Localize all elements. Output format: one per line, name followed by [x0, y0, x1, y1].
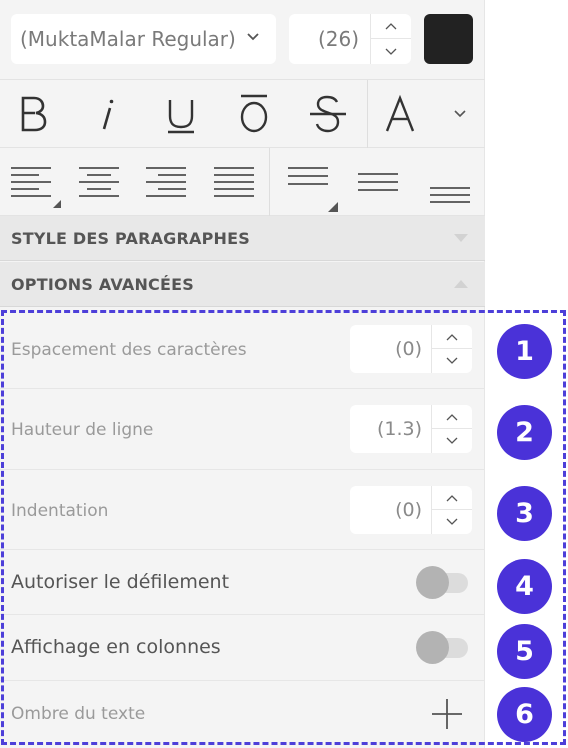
italic-button[interactable] [70, 80, 142, 148]
letter-spacing-label: Espacement des caractères [11, 340, 247, 360]
strikethrough-icon [310, 95, 346, 133]
letter-spacing-row: Espacement des caractères (0) [0, 308, 485, 389]
chevron-up-icon [446, 333, 458, 340]
font-size-decrement[interactable] [371, 39, 411, 64]
align-center-icon [79, 167, 119, 197]
toggle-knob [416, 631, 449, 664]
font-size-input[interactable]: (26) [289, 14, 411, 64]
line-height-increment[interactable] [432, 405, 472, 429]
font-size-increment[interactable] [371, 14, 411, 39]
chevron-down-icon [446, 357, 458, 364]
indentation-label: Indentation [11, 501, 109, 521]
paragraph-styles-header[interactable]: STYLE DES PARAGRAPHES [0, 216, 485, 261]
toolbar-divider [269, 148, 270, 216]
chevron-down-icon [446, 437, 458, 444]
overline-icon [240, 94, 268, 133]
letter-spacing-stepper [431, 325, 472, 373]
text-shadow-label: Ombre du texte [11, 704, 146, 724]
font-size-value: (26) [317, 27, 359, 51]
vertical-align-middle-icon [358, 173, 398, 191]
align-left-button[interactable] [6, 148, 64, 216]
line-height-input[interactable]: (1.3) [350, 405, 472, 453]
overline-button[interactable] [218, 80, 290, 148]
bold-button[interactable] [0, 80, 66, 148]
align-left-icon [11, 167, 61, 208]
italic-icon [102, 99, 114, 130]
text-style-row [0, 80, 485, 148]
paragraph-styles-title: STYLE DES PARAGRAPHES [11, 228, 250, 248]
callout-badge: 3 [497, 486, 552, 541]
alignment-row [0, 148, 485, 216]
indentation-row: Indentation (0) [0, 470, 485, 550]
align-right-icon [146, 167, 186, 197]
line-height-decrement[interactable] [432, 429, 472, 453]
callout-badge: 1 [497, 324, 552, 379]
bold-icon [21, 96, 47, 132]
chevron-up-icon [385, 23, 397, 30]
font-row: (MuktaMalar Regular) (26) [0, 0, 485, 80]
caret-up-icon [454, 280, 468, 288]
vertical-align-top-button[interactable] [275, 148, 343, 216]
callout-badge: 5 [497, 624, 552, 679]
line-height-row: Hauteur de ligne (1.3) [0, 389, 485, 470]
callout-badge: 6 [497, 687, 552, 742]
columns-display-row: Affichage en colonnes [0, 615, 485, 681]
align-right-button[interactable] [135, 148, 197, 216]
line-height-stepper [431, 405, 472, 453]
vertical-align-top-icon [288, 167, 338, 212]
chevron-down-icon [247, 33, 259, 41]
font-family-select[interactable]: (MuktaMalar Regular) [11, 14, 276, 64]
text-properties-panel: (MuktaMalar Regular) (26) STYLE DES PARA… [0, 0, 485, 748]
columns-display-toggle[interactable] [416, 631, 469, 664]
allow-scroll-toggle[interactable] [416, 566, 469, 599]
vertical-align-bottom-button[interactable] [418, 148, 482, 216]
allow-scroll-row: Autoriser le défilement [0, 550, 485, 615]
text-transform-dropdown[interactable] [440, 80, 480, 148]
align-justify-icon [214, 167, 254, 197]
indentation-increment[interactable] [432, 486, 472, 510]
vertical-align-bottom-icon [430, 187, 470, 203]
chevron-down-icon [385, 48, 397, 55]
add-text-shadow-icon[interactable] [431, 698, 463, 730]
text-color-swatch[interactable] [424, 14, 473, 64]
align-center-button[interactable] [68, 148, 130, 216]
caret-down-icon [454, 234, 468, 242]
toggle-knob [416, 566, 449, 599]
advanced-options-header[interactable]: OPTIONS AVANCÉES [0, 262, 485, 307]
chevron-up-icon [446, 413, 458, 420]
align-justify-button[interactable] [203, 148, 265, 216]
indentation-value: (0) [395, 499, 422, 521]
allow-scroll-label: Autoriser le défilement [11, 571, 230, 593]
advanced-options-title: OPTIONS AVANCÉES [11, 274, 194, 294]
vertical-align-middle-button[interactable] [346, 148, 410, 216]
chevron-down-icon [454, 110, 466, 118]
line-height-value: (1.3) [376, 418, 422, 440]
letter-spacing-increment[interactable] [432, 325, 472, 349]
letter-spacing-value: (0) [395, 338, 422, 360]
columns-display-label: Affichage en colonnes [11, 636, 221, 658]
callout-badge: 2 [497, 405, 552, 460]
text-transform-button[interactable] [368, 80, 432, 148]
strikethrough-button[interactable] [292, 80, 364, 148]
text-shadow-row: Ombre du texte [0, 681, 485, 748]
indentation-input[interactable]: (0) [350, 486, 472, 534]
callout-badge: 4 [497, 559, 552, 614]
indentation-decrement[interactable] [432, 510, 472, 534]
font-family-value: (MuktaMalar Regular) [20, 27, 236, 51]
text-case-icon [385, 94, 415, 132]
underline-button[interactable] [145, 80, 217, 148]
underline-icon [168, 100, 194, 134]
letter-spacing-input[interactable]: (0) [350, 325, 472, 373]
chevron-down-icon [446, 518, 458, 525]
chevron-up-icon [446, 494, 458, 501]
indentation-stepper [431, 486, 472, 534]
letter-spacing-decrement[interactable] [432, 349, 472, 373]
line-height-label: Hauteur de ligne [11, 420, 154, 440]
font-size-stepper [370, 14, 411, 64]
